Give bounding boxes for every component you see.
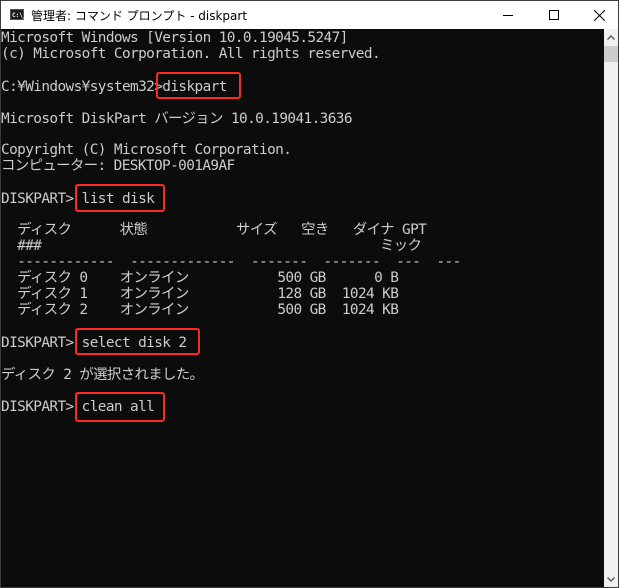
table-header-row: ディスク 状態 サイズ 空き ダイナ GPT [1,222,427,238]
command-prompt-window: C:\_ 管理者: コマンド プロンプト - diskpart Microsof… [0,0,619,588]
close-icon [593,9,605,21]
highlight-select-disk [75,328,200,355]
title-bar[interactable]: C:\_ 管理者: コマンド プロンプト - diskpart [1,1,618,29]
window-title: 管理者: コマンド プロンプト - diskpart [31,9,248,23]
minimize-button[interactable] [485,1,531,29]
table-row: ディスク 1 オンライン 128 GB 1024 KB [1,286,399,302]
chevron-down-icon [607,576,615,582]
console-line: ディスク 2 が選択されました。 [1,367,204,383]
console-line: (c) Microsoft Corporation. All rights re… [1,46,381,62]
scrollbar-thumb[interactable] [604,46,618,62]
console-line: Copyright (C) Microsoft Corporation. [1,142,292,158]
vertical-scrollbar[interactable] [604,29,618,587]
close-button[interactable] [576,1,619,29]
maximize-button[interactable] [531,1,577,29]
cmd-icon: C:\_ [10,9,26,20]
console-line: コンピューター: DESKTOP-001A9AF [1,158,235,174]
highlight-clean-all [75,392,165,422]
console-line: Microsoft DiskPart バージョン 10.0.19041.3636 [1,111,353,127]
scroll-up-button[interactable] [604,29,618,45]
minimize-icon [503,15,513,16]
chevron-up-icon [607,34,615,40]
console-output[interactable]: Microsoft Windows [Version 10.0.19045.52… [1,29,604,587]
table-header-row: ### ミック [1,238,422,254]
table-row: ディスク 2 オンライン 500 GB 1024 KB [1,302,399,318]
maximize-icon [549,10,559,20]
table-row: ディスク 0 オンライン 500 GB 0 B [1,270,399,286]
table-separator: ------------ ------------- ------- -----… [1,254,461,270]
highlight-diskpart [156,72,241,99]
scroll-down-button[interactable] [604,571,618,587]
highlight-list-disk [75,184,165,212]
console-line: Microsoft Windows [Version 10.0.19045.52… [1,30,348,46]
